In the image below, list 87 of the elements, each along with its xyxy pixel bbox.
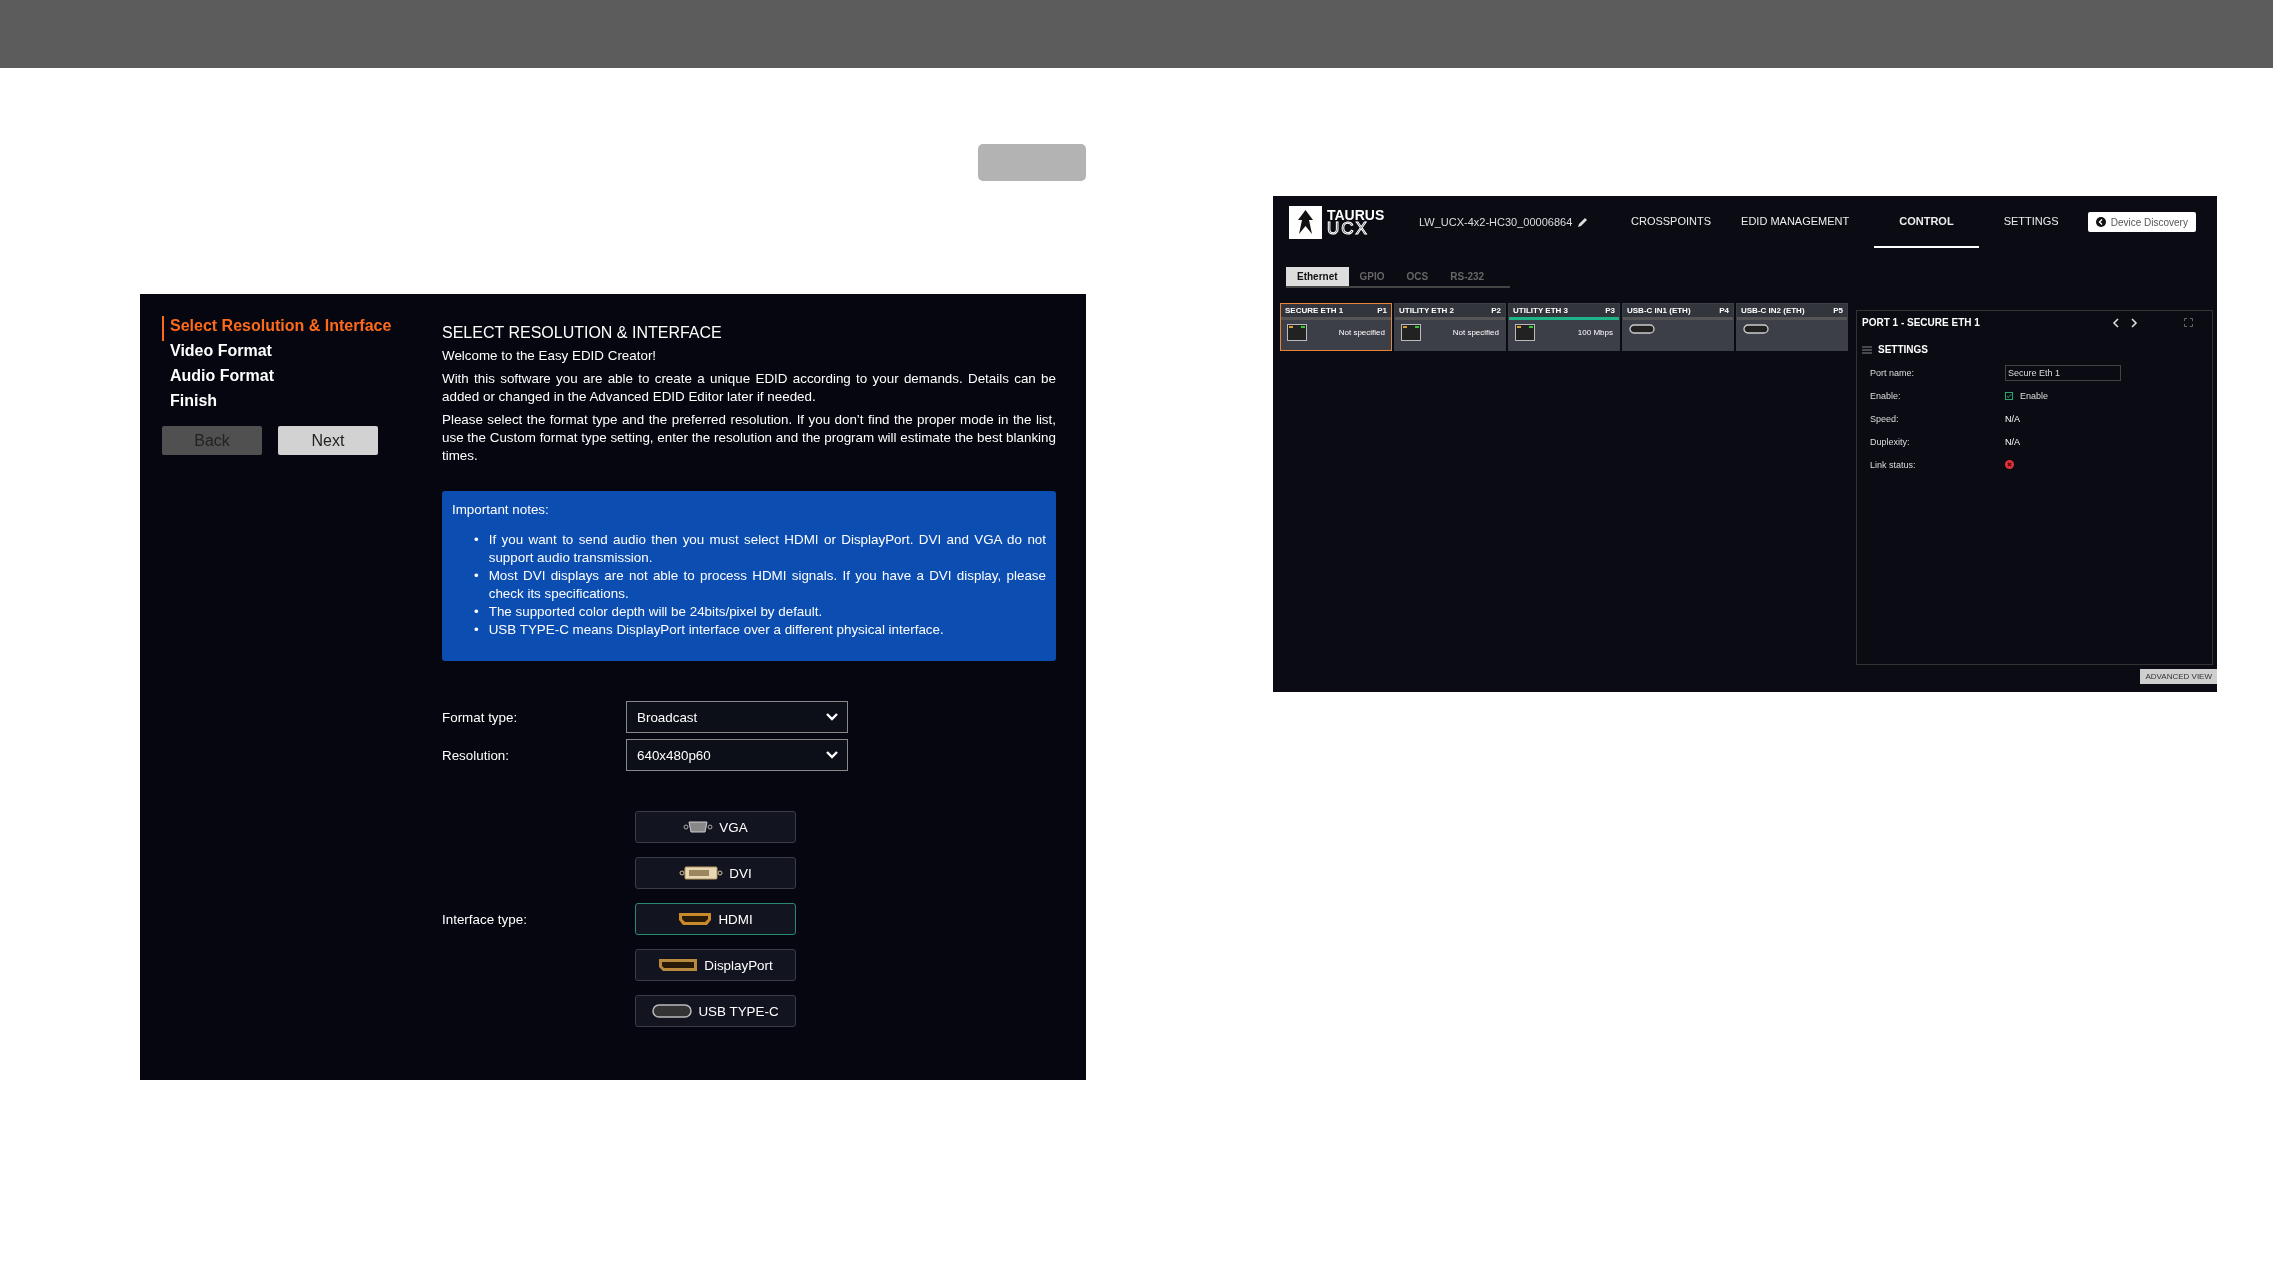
paragraph: With this software you are able to create a unique EDID according to your demands. Details can be added or changed in the Advanced EDID Editor later if needed. [442, 370, 1056, 406]
welcome-text: Welcome to the Easy EDID Creator! [442, 347, 658, 365]
usb-c-port-icon [1629, 324, 1655, 334]
port-number: P1 [1377, 306, 1387, 315]
back-icon [2095, 217, 2106, 227]
interface-button[interactable]: DVI [635, 857, 796, 889]
logo-text: TAURUS [1327, 208, 1385, 222]
port-status: 100 Mbps [1577, 328, 1613, 337]
next-icon[interactable] [2130, 317, 2138, 328]
port-number: P4 [1719, 306, 1729, 315]
usb-c-port-icon [1743, 324, 1769, 334]
port-tile[interactable]: USB-C IN1 (ETH) P4 [1622, 303, 1734, 351]
bullet: • [474, 531, 479, 549]
nav-tab[interactable]: EDID MANAGEMENT [1726, 196, 1865, 248]
bullet: • [474, 603, 479, 621]
port-name: USB-C IN2 (ETH) [1741, 306, 1805, 315]
connector-icon [678, 912, 713, 926]
ethernet-port-icon [1515, 324, 1535, 341]
pencil-icon[interactable] [1577, 216, 1590, 228]
nav-tab[interactable]: CROSSPOINTS [1616, 196, 1727, 248]
bullet: • [474, 621, 479, 639]
wizard-step[interactable]: Select Resolution & Interface [162, 316, 442, 341]
device-discovery-button[interactable]: Device Discovery [2087, 212, 2196, 232]
field-label: Interface type: [442, 912, 528, 927]
logo-icon [1289, 205, 1322, 239]
wizard-step[interactable]: Audio Format [162, 366, 442, 391]
chevron-down-icon [825, 750, 839, 760]
note-item: If you want to send audio then you must select HDMI or DisplayPort. DVI and VGA do not support audio transmission. [488, 531, 1046, 567]
field-label: Resolution: [442, 747, 510, 763]
wizard-step[interactable]: Video Format [162, 341, 442, 366]
setting-value: N/A [2005, 413, 2020, 424]
setting-value: N/A [2005, 436, 2020, 447]
paragraph: Please select the format type and the preferred resolution. If you don’t find the proper mode in the list, use the Custom format type setting, enter the resolution and the program will estimate the best blanking times. [442, 411, 1056, 465]
interface-button[interactable]: HDMI [635, 903, 796, 935]
port-name: SECURE ETH 1 [1285, 306, 1344, 315]
nav-tab[interactable]: CONTROL [1874, 196, 1979, 248]
port-name: UTILITY ETH 2 [1399, 306, 1454, 315]
port-number: P3 [1605, 306, 1615, 315]
setting-label: Port name: [1870, 367, 1916, 378]
checkbox-label[interactable]: Enable [2020, 390, 2049, 401]
tab[interactable]: Ethernet [1286, 267, 1349, 286]
advanced-view-button[interactable]: ADVANCED VIEW [2140, 669, 2217, 684]
fullscreen-icon[interactable] [2184, 318, 2193, 327]
previous-icon[interactable] [2112, 317, 2120, 328]
connector-icon [683, 820, 714, 834]
device-name: LW_UCX-4x2-HC30_00006864 [1419, 216, 1573, 228]
logo-text: UCX [1327, 222, 1369, 236]
checkbox[interactable] [2005, 391, 2013, 400]
connector-icon [679, 866, 724, 880]
section-title: SELECT RESOLUTION & INTERFACE [442, 324, 723, 342]
setting-label: Enable: [1870, 390, 1902, 401]
wizard-button[interactable]: Next [278, 426, 378, 455]
ethernet-port-icon [1287, 324, 1307, 341]
note-item: USB TYPE-C means DisplayPort interface over a different physical interface. [488, 621, 945, 639]
panel-title: PORT 1 - SECURE ETH 1 [1862, 317, 1981, 328]
port-tile[interactable]: UTILITY ETH 3 P3 100 Mbps [1508, 303, 1620, 351]
nav-tab[interactable]: SETTINGS [1988, 196, 2074, 248]
port-tile[interactable]: USB-C IN2 (ETH) P5 [1736, 303, 1848, 351]
chevron-down-icon [825, 712, 839, 722]
bullet: • [474, 567, 479, 585]
port-number: P5 [1833, 306, 1843, 315]
interface-button[interactable]: DisplayPort [635, 949, 796, 981]
connector-icon [652, 1004, 693, 1018]
section-heading: SETTINGS [1878, 344, 1928, 355]
port-name: USB-C IN1 (ETH) [1627, 306, 1691, 315]
port-status: Not specified [1452, 328, 1499, 337]
setting-label: Speed: [1870, 413, 1900, 424]
setting-label: Duplexity: [1870, 436, 1911, 447]
notes-title: Important notes: [452, 501, 550, 519]
ethernet-port-icon [1401, 324, 1421, 341]
port-status: Not specified [1338, 328, 1385, 337]
port-name: UTILITY ETH 3 [1513, 306, 1568, 315]
note-item: The supported color depth will be 24bits/pixel by default. [488, 603, 824, 621]
setting-label: Link status: [1870, 459, 1917, 470]
connector-icon [658, 958, 699, 972]
note-item: Most DVI displays are not able to process HDMI signals. If you have a DVI display, please check its specifications. [488, 567, 1046, 603]
interface-button[interactable]: VGA [635, 811, 796, 843]
port-name-field[interactable]: Secure Eth 1 [2005, 364, 2121, 381]
dropdown[interactable]: Broadcast [626, 701, 848, 733]
field-label: Format type: [442, 709, 519, 725]
wizard-step[interactable]: Finish [162, 391, 442, 416]
dropdown[interactable]: 640x480p60 [626, 739, 848, 771]
port-tile[interactable]: SECURE ETH 1 P1 Not specified [1280, 303, 1392, 351]
port-tile[interactable]: UTILITY ETH 2 P2 Not specified [1394, 303, 1506, 351]
port-number: P2 [1491, 306, 1501, 315]
interface-button[interactable]: USB TYPE-C [635, 995, 796, 1027]
sliders-icon [1862, 345, 1872, 354]
